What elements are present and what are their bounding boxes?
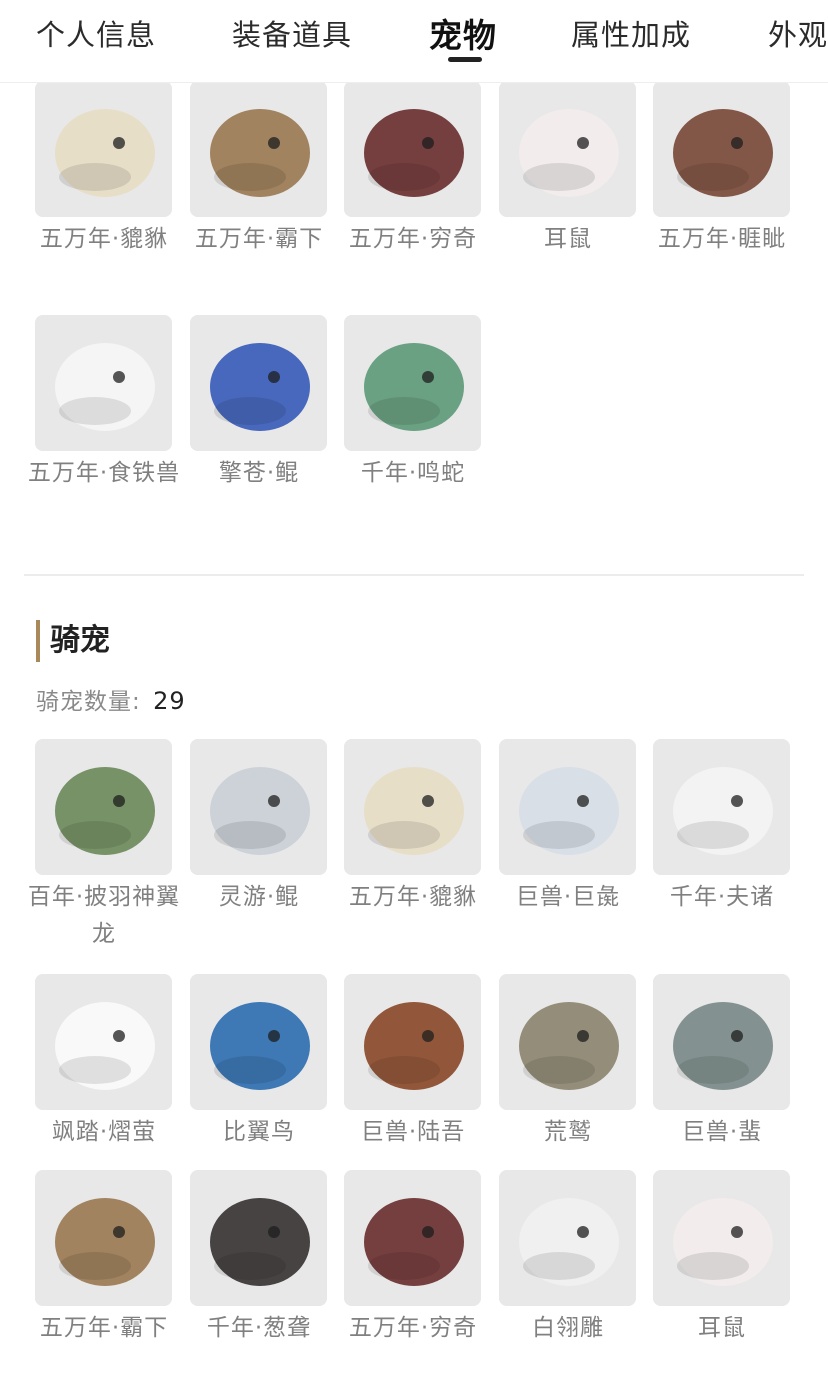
pet-thumbnail[interactable] (35, 974, 172, 1110)
green-snake-icon (344, 315, 481, 451)
section-divider (24, 574, 804, 576)
pet-name: 五万年·穷奇 (348, 226, 478, 252)
tab-equipment[interactable]: 装备道具 (232, 12, 352, 54)
blue-fish-icon (190, 315, 327, 451)
pet-name: 巨兽·蜚 (681, 1119, 763, 1145)
pet-name: 五万年·霸下 (39, 1315, 169, 1341)
pterodactyl-icon (35, 739, 172, 875)
pet-thumbnail[interactable] (190, 81, 327, 217)
pet-thumbnail[interactable] (190, 974, 327, 1110)
pet-name: 五万年·穷奇 (348, 1315, 478, 1341)
pet-thumbnail[interactable] (653, 739, 790, 875)
pet-name: 五万年·貔貅 (348, 884, 478, 910)
red-beast-icon (344, 1170, 481, 1306)
pet-thumbnail[interactable] (190, 315, 327, 451)
pet-thumbnail[interactable] (35, 81, 172, 217)
pet-name: 千年·夫诸 (669, 884, 775, 910)
spirit-fish-icon (190, 739, 327, 875)
pet-thumbnail[interactable] (499, 739, 636, 875)
pet-name: 灵游·鲲 (218, 884, 300, 910)
rat-icon (499, 81, 636, 217)
tab-personal-info[interactable]: 个人信息 (36, 12, 156, 54)
pet-name: 五万年·霸下 (194, 226, 324, 252)
pet-name: 飒踏·熠萤 (51, 1119, 157, 1145)
red-beast-icon (344, 81, 481, 217)
pet-name: 千年·葱聋 (206, 1315, 312, 1341)
tab-attributes[interactable]: 属性加成 (571, 12, 691, 54)
pet-name: 荒鹫 (544, 1119, 592, 1145)
panda-icon (35, 315, 172, 451)
pet-thumbnail[interactable] (35, 739, 172, 875)
dragon-turtle-icon (35, 1170, 172, 1306)
tab-appearance[interactable]: 外观 (768, 12, 828, 54)
vulture-icon (499, 974, 636, 1110)
pet-thumbnail[interactable] (35, 1170, 172, 1306)
pet-name: 百年·披羽神翼龙 (27, 884, 181, 947)
pet-name: 耳鼠 (698, 1315, 746, 1341)
pet-name: 比翼鸟 (223, 1119, 295, 1145)
top-tab-bar: 个人信息 装备道具 宠物 属性加成 外观 (0, 0, 828, 83)
white-boar-icon (499, 739, 636, 875)
mount-count-label: 骑宠数量: (36, 689, 141, 715)
tiger-beast-icon (344, 974, 481, 1110)
pet-thumbnail[interactable] (344, 315, 481, 451)
dark-goat-icon (190, 1170, 327, 1306)
pet-thumbnail[interactable] (653, 1170, 790, 1306)
rat-icon (653, 1170, 790, 1306)
pet-thumbnail[interactable] (653, 81, 790, 217)
red-dragon-icon (653, 81, 790, 217)
white-deer-icon (653, 739, 790, 875)
pet-thumbnail[interactable] (499, 974, 636, 1110)
pet-name: 巨兽·巨彘 (515, 884, 621, 910)
white-spirit-icon (35, 974, 172, 1110)
lion-mask-icon (344, 739, 481, 875)
pet-thumbnail[interactable] (653, 974, 790, 1110)
pet-name: 巨兽·陆吾 (360, 1119, 466, 1145)
white-eagle-icon (499, 1170, 636, 1306)
tab-pets[interactable]: 宠物 (429, 9, 497, 57)
pet-thumbnail[interactable] (499, 1170, 636, 1306)
active-tab-indicator (448, 57, 482, 62)
pet-name: 白翎雕 (532, 1315, 604, 1341)
mount-count-value: 29 (153, 687, 186, 715)
pet-thumbnail[interactable] (499, 81, 636, 217)
pet-name: 五万年·食铁兽 (27, 460, 181, 486)
pet-name: 五万年·睚眦 (657, 226, 787, 252)
pet-thumbnail[interactable] (190, 739, 327, 875)
dragon-turtle-icon (190, 81, 327, 217)
pet-thumbnail[interactable] (344, 974, 481, 1110)
pet-name: 五万年·貔貅 (39, 226, 169, 252)
pet-thumbnail[interactable] (344, 81, 481, 217)
blue-bird-icon (190, 974, 327, 1110)
pet-thumbnail[interactable] (190, 1170, 327, 1306)
pet-name: 擎苍·鲲 (218, 460, 300, 486)
pet-name: 千年·鸣蛇 (360, 460, 466, 486)
mounts-section-title: 骑宠 (36, 620, 110, 662)
horned-beast-icon (653, 974, 790, 1110)
pet-thumbnail[interactable] (344, 739, 481, 875)
lion-mask-icon (35, 81, 172, 217)
mount-count: 骑宠数量: 29 (36, 682, 186, 716)
pet-thumbnail[interactable] (35, 315, 172, 451)
pet-thumbnail[interactable] (344, 1170, 481, 1306)
pet-name: 耳鼠 (544, 226, 592, 252)
